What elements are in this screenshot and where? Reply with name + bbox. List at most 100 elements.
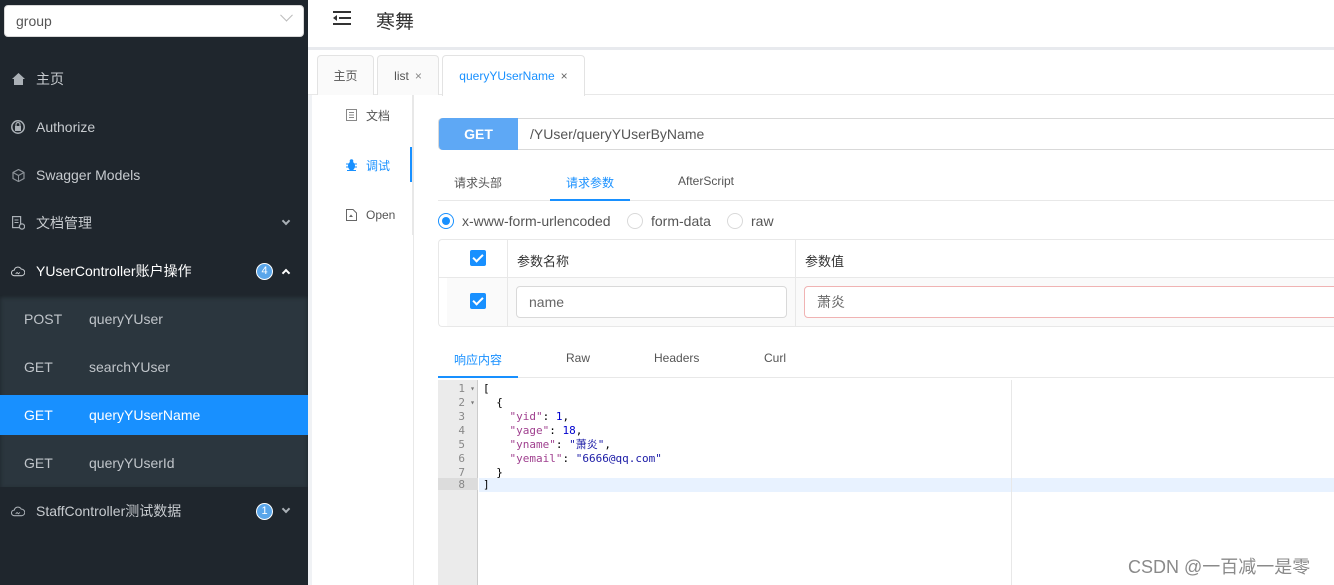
code-line: "yage": 18, — [509, 424, 583, 437]
column-divider — [795, 240, 796, 327]
code-line: ] — [483, 478, 490, 491]
side-tab-label: Open — [366, 208, 396, 222]
group-select[interactable]: group — [4, 5, 304, 37]
api-name: queryYUserId — [89, 455, 175, 471]
radio-raw[interactable]: raw — [727, 213, 774, 229]
page-tabs: 主页 list × queryYUserName × — [308, 50, 1334, 96]
tab-raw[interactable]: Raw — [566, 351, 590, 365]
sidebar-item-staffcontroller[interactable]: StaffController测试数据 1 — [0, 487, 308, 535]
side-tab-label: 调试 — [366, 158, 391, 173]
cloud-icon — [11, 264, 25, 278]
line-number: 5 — [458, 438, 465, 451]
api-item-queryyuserid[interactable]: GET queryYUserId — [0, 443, 308, 483]
sidebar-item-doc-management[interactable]: 文档管理 — [0, 199, 308, 247]
column-divider — [507, 240, 508, 327]
code-line: { — [483, 396, 503, 409]
request-url[interactable]: /YUser/queryYUserByName — [530, 126, 704, 142]
tab-queryyusername[interactable]: queryYUserName × — [442, 55, 585, 96]
chevron-down-icon — [280, 8, 293, 22]
sidebar-item-home[interactable]: 主页 — [0, 55, 308, 103]
side-tab-open[interactable]: Open — [312, 195, 412, 235]
tab-request-headers[interactable]: 请求头部 — [454, 174, 502, 191]
side-tab-active-indicator — [410, 147, 412, 182]
column-header-name: 参数名称 — [517, 254, 570, 269]
line-number: 3 — [458, 410, 465, 423]
radio-label: raw — [751, 213, 774, 229]
code-line: "yemail": "6666@qq.com" — [509, 452, 662, 465]
line-number: 2 ▾ — [458, 396, 475, 409]
watermark: CSDN @一百减一是零 — [1128, 557, 1311, 577]
tab-afterscript[interactable]: AfterScript — [678, 174, 734, 188]
api-item-queryyusername[interactable]: GET queryYUserName — [0, 395, 308, 435]
api-method: GET — [24, 455, 53, 471]
fold-arrow-icon: ▾ — [470, 384, 475, 393]
cube-icon — [11, 168, 25, 182]
radio-label: x-www-form-urlencoded — [462, 213, 611, 229]
request-url-bar: GET /YUser/queryYUserByName — [438, 118, 1334, 150]
response-tab-active-indicator — [438, 376, 518, 378]
side-tab-doc[interactable]: 文档 — [312, 95, 412, 135]
sidebar-item-swagger-models[interactable]: Swagger Models — [0, 151, 308, 199]
editor-gutter: 1 ▾ 2 ▾ 3 4 5 6 7 8 — [438, 380, 478, 585]
tab-label: 主页 — [333, 69, 358, 83]
sidebar-item-authorize[interactable]: Authorize — [0, 103, 308, 151]
code-line: "yname": "萧炎", — [509, 438, 611, 451]
side-tab-label: 文档 — [366, 108, 391, 123]
home-icon — [11, 72, 25, 86]
tab-home[interactable]: 主页 — [317, 55, 374, 95]
radio-dot — [438, 213, 454, 229]
table-row: name 萧炎 — [447, 278, 1334, 326]
document-icon — [346, 109, 357, 121]
side-tabs-divider — [413, 95, 414, 585]
radio-x-www-form-urlencoded[interactable]: x-www-form-urlencoded — [438, 213, 611, 229]
file-icon — [346, 209, 357, 221]
tab-response-content[interactable]: 响应内容 — [454, 351, 502, 368]
lock-icon — [11, 120, 25, 134]
code-line: "yid": 1, — [509, 410, 570, 423]
api-name: queryYUser — [89, 311, 163, 327]
sidebar-item-label: YUserController账户操作 — [36, 263, 192, 279]
chevron-down-icon — [281, 504, 291, 514]
chevron-up-icon — [281, 268, 291, 278]
line-number: 6 — [458, 452, 465, 465]
api-item-queryyuser[interactable]: POST queryYUser — [0, 299, 308, 339]
sidebar-item-label: Swagger Models — [36, 167, 141, 183]
tab-headers[interactable]: Headers — [654, 351, 699, 365]
tab-curl[interactable]: Curl — [764, 351, 786, 365]
line-number: 1 ▾ — [458, 382, 475, 395]
active-line-highlight — [479, 478, 1334, 492]
side-tab-debug[interactable]: 调试 — [312, 145, 412, 185]
close-icon[interactable]: × — [415, 69, 422, 83]
row-checkbox[interactable] — [470, 293, 486, 309]
chevron-down-icon — [281, 216, 291, 226]
group-select-value: group — [16, 13, 52, 29]
menu-fold-icon[interactable] — [333, 11, 351, 25]
param-name-input[interactable]: name — [516, 286, 787, 318]
bug-icon — [346, 159, 357, 171]
api-name: searchYUser — [89, 359, 170, 375]
tab-list[interactable]: list × — [377, 55, 439, 95]
side-tabs: 文档 调试 Open — [312, 95, 413, 235]
radio-label: form-data — [651, 213, 711, 229]
api-method: GET — [24, 359, 53, 375]
app: group 主页 Authorize Swagger Models 文档管理 Y… — [0, 0, 1334, 585]
sidebar-item-yusercontroller[interactable]: YUserController账户操作 4 — [0, 247, 308, 295]
tab-request-params[interactable]: 请求参数 — [566, 174, 614, 191]
doc-settings-icon — [11, 216, 25, 230]
radio-form-data[interactable]: form-data — [627, 213, 711, 229]
select-all-checkbox[interactable] — [470, 250, 486, 266]
sidebar: group 主页 Authorize Swagger Models 文档管理 Y… — [0, 0, 308, 585]
method-button[interactable]: GET — [439, 118, 518, 150]
line-number: 4 — [458, 424, 465, 437]
tab-label: queryYUserName — [459, 69, 555, 83]
request-tabs: 请求头部 请求参数 AfterScript — [438, 162, 1334, 201]
sidebar-item-label: Authorize — [36, 119, 96, 135]
param-value-input[interactable]: 萧炎 — [804, 286, 1334, 318]
count-badge: 1 — [256, 503, 273, 520]
api-item-searchyuser[interactable]: GET searchYUser — [0, 347, 308, 387]
close-icon[interactable]: × — [561, 69, 568, 83]
column-header-value: 参数值 — [805, 254, 845, 269]
yusercontroller-submenu: POST queryYUser GET searchYUser GET quer… — [0, 295, 308, 487]
fold-arrow-icon: ▾ — [470, 398, 475, 407]
params-table: 参数名称 参数值 name 萧炎 — [438, 239, 1334, 327]
